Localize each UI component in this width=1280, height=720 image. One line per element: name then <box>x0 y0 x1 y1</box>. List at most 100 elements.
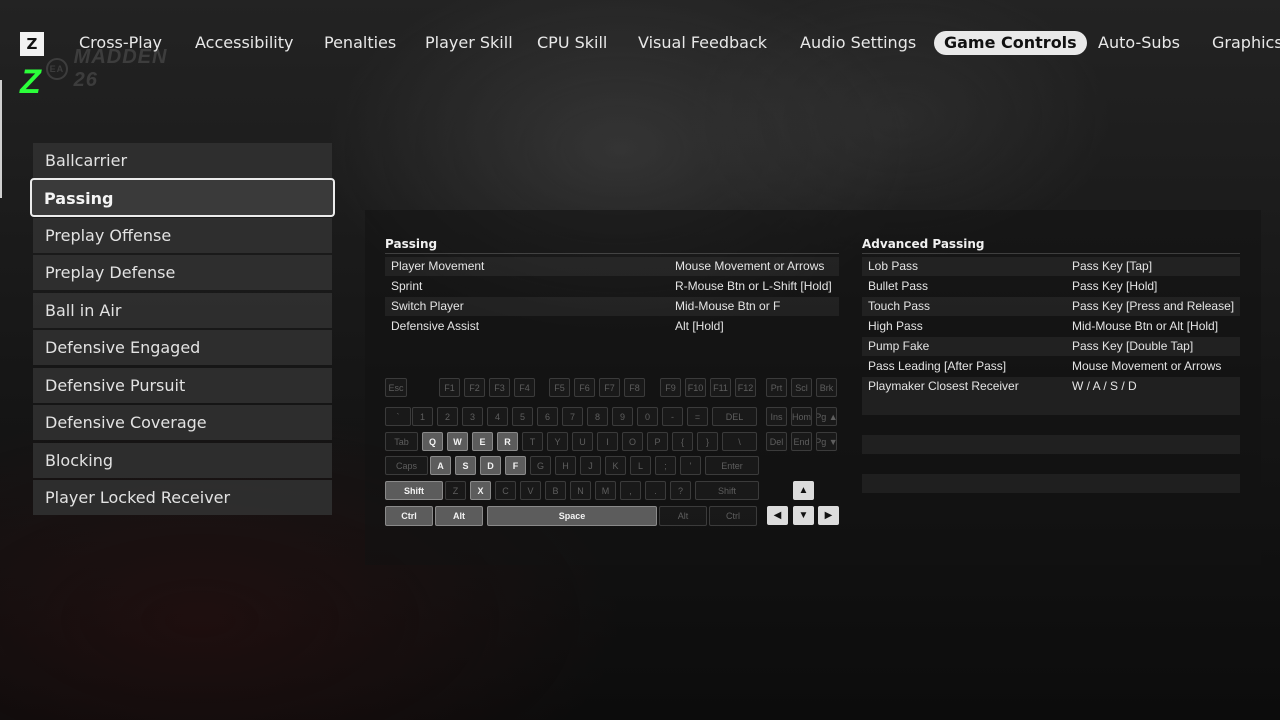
binding-row[interactable]: Playmaker Closest Receiver W / A / S / D <box>862 377 1240 396</box>
binding-row[interactable]: High Pass Mid-Mouse Btn or Alt [Hold] <box>862 317 1240 336</box>
menu-item-player-locked-receiver[interactable]: Player Locked Receiver <box>33 480 332 515</box>
menu-item-ballcarrier[interactable]: Ballcarrier <box>33 143 332 178</box>
binding-row[interactable]: Player Movement Mouse Movement or Arrows <box>385 257 839 276</box>
key-alt: Alt <box>435 506 483 526</box>
key-: \ <box>722 432 757 451</box>
key-alt: Alt <box>659 506 707 526</box>
key-: = <box>687 407 708 426</box>
key-z: Z <box>445 481 466 500</box>
tab-penalties[interactable]: Penalties <box>324 31 396 55</box>
tab-audio-settings[interactable]: Audio Settings <box>800 31 916 55</box>
key-7: 7 <box>562 407 583 426</box>
key-f2: F2 <box>464 378 485 397</box>
menu-item-ball-in-air[interactable]: Ball in Air <box>33 293 332 328</box>
key-i: I <box>597 432 618 451</box>
key-: } <box>697 432 718 451</box>
key-: ; <box>655 456 676 475</box>
key-del: Del <box>766 432 787 451</box>
binding-key: W / A / S / D <box>1072 379 1137 393</box>
binding-key: Pass Key [Tap] <box>1072 259 1153 273</box>
key-p: P <box>647 432 668 451</box>
tab-game-controls[interactable]: Game Controls <box>934 31 1087 55</box>
key-q: Q <box>422 432 443 451</box>
binding-action: Lob Pass <box>868 259 919 273</box>
binding-key: Pass Key [Double Tap] <box>1072 339 1194 353</box>
binding-key: R-Mouse Btn or L-Shift [Hold] <box>675 279 832 293</box>
binding-row[interactable]: Bullet Pass Pass Key [Hold] <box>862 277 1240 296</box>
key-tab: Tab <box>385 432 418 451</box>
binding-row[interactable]: Lob Pass Pass Key [Tap] <box>862 257 1240 276</box>
key-prt: Prt <box>766 378 787 397</box>
key-enter: Enter <box>705 456 759 475</box>
key-hom: Hom <box>791 407 812 426</box>
key-4: 4 <box>487 407 508 426</box>
tab-cpu-skill[interactable]: CPU Skill <box>537 31 607 55</box>
empty-binding-row <box>862 435 1240 454</box>
binding-row[interactable]: Defensive Assist Alt [Hold] <box>385 317 839 336</box>
key-2: 2 <box>437 407 458 426</box>
key-e: E <box>472 432 493 451</box>
arrow-up-icon: ▲ <box>793 481 814 500</box>
key-shift: Shift <box>385 481 443 500</box>
binding-key: Mid-Mouse Btn or F <box>675 299 781 313</box>
key-a: A <box>430 456 451 475</box>
key-k: K <box>605 456 626 475</box>
binding-row[interactable]: Sprint R-Mouse Btn or L-Shift [Hold] <box>385 277 839 296</box>
binding-row[interactable]: Switch Player Mid-Mouse Btn or F <box>385 297 839 316</box>
tab-cross-play[interactable]: Cross-Play <box>79 31 162 55</box>
key-f11: F11 <box>710 378 731 397</box>
binding-action: Playmaker Closest Receiver <box>868 379 1019 393</box>
key-caps: Caps <box>385 456 428 475</box>
key-3: 3 <box>462 407 483 426</box>
key-f: F <box>505 456 526 475</box>
key-f4: F4 <box>514 378 535 397</box>
key-c: C <box>495 481 516 500</box>
key-: ` <box>385 407 411 426</box>
key-j: J <box>580 456 601 475</box>
key-f10: F10 <box>685 378 706 397</box>
key-6: 6 <box>537 407 558 426</box>
key-: ? <box>670 481 691 500</box>
menu-item-passing[interactable]: Passing <box>30 178 335 217</box>
key-ctrl: Ctrl <box>709 506 757 526</box>
madden-logo: EA MADDEN 26 <box>46 46 196 91</box>
key-0: 0 <box>637 407 658 426</box>
binding-action: Defensive Assist <box>391 319 480 333</box>
key-scl: Scl <box>791 378 812 397</box>
key-t: T <box>522 432 543 451</box>
menu-item-defensive-coverage[interactable]: Defensive Coverage <box>33 405 332 440</box>
tab-visual-feedback[interactable]: Visual Feedback <box>638 31 767 55</box>
key-h: H <box>555 456 576 475</box>
binding-action: Switch Player <box>391 299 464 313</box>
key-pg: Pg ▼ <box>816 432 837 451</box>
key-r: R <box>497 432 518 451</box>
tab-graphics[interactable]: Graphics <box>1212 31 1280 55</box>
key-f9: F9 <box>660 378 681 397</box>
menu-item-blocking[interactable]: Blocking <box>33 443 332 478</box>
binding-row[interactable]: Pump Fake Pass Key [Double Tap] <box>862 337 1240 356</box>
menu-item-preplay-defense[interactable]: Preplay Defense <box>33 255 332 290</box>
key-f1: F1 <box>439 378 460 397</box>
empty-binding-row <box>862 396 1240 415</box>
tab-accessibility[interactable]: Accessibility <box>195 31 293 55</box>
key-esc: Esc <box>385 378 407 397</box>
key-g: G <box>530 456 551 475</box>
key-: ' <box>680 456 701 475</box>
key-s: S <box>455 456 476 475</box>
menu-item-preplay-offense[interactable]: Preplay Offense <box>33 218 332 253</box>
key-9: 9 <box>612 407 633 426</box>
menu-item-defensive-pursuit[interactable]: Defensive Pursuit <box>33 368 332 403</box>
menu-item-defensive-engaged[interactable]: Defensive Engaged <box>33 330 332 365</box>
key-space: Space <box>487 506 657 526</box>
binding-action: Sprint <box>391 279 423 293</box>
passing-section-title: Passing <box>385 237 438 251</box>
tab-player-skill[interactable]: Player Skill <box>425 31 513 55</box>
tab-auto-subs[interactable]: Auto-Subs <box>1098 31 1180 55</box>
binding-row[interactable]: Pass Leading [After Pass] Mouse Movement… <box>862 357 1240 376</box>
key-y: Y <box>547 432 568 451</box>
key-f6: F6 <box>574 378 595 397</box>
key-u: U <box>572 432 593 451</box>
key-f5: F5 <box>549 378 570 397</box>
binding-row[interactable]: Touch Pass Pass Key [Press and Release] <box>862 297 1240 316</box>
brand-z-logo: Z <box>20 63 41 101</box>
